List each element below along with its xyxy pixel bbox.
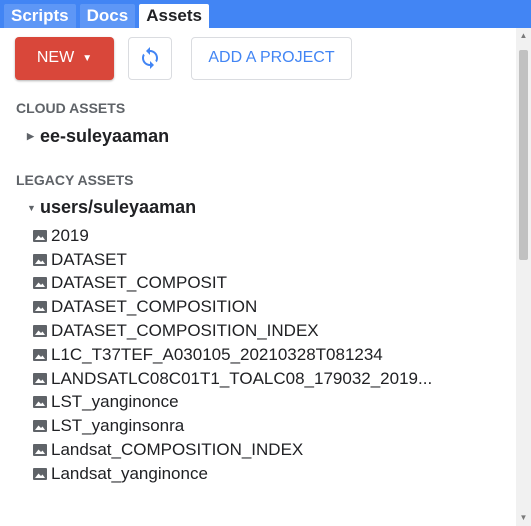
asset-item[interactable]: Landsat_COMPOSITION_INDEX: [33, 438, 432, 462]
asset-item[interactable]: L1C_T37TEF_A030105_20210328T081234: [33, 343, 432, 367]
refresh-icon: [142, 47, 158, 69]
asset-item[interactable]: 2019: [33, 224, 432, 248]
asset-item-label: DATASET: [51, 249, 127, 269]
asset-item-label: Landsat_COMPOSITION_INDEX: [51, 440, 304, 460]
asset-item-label: DATASET_COMPOSITION_INDEX: [51, 321, 319, 341]
cloud-project-label: ee-suleyaaman: [40, 126, 170, 146]
asset-item-label: DATASET_COMPOSITION: [51, 297, 258, 317]
asset-item[interactable]: LANDSATLC08C01T1_TOALC08_179032_2019...: [33, 367, 432, 391]
asset-item-label: Landsat_yanginonce: [51, 463, 208, 483]
vertical-scrollbar[interactable]: ▲ ▼: [516, 28, 531, 526]
image-asset-icon: [33, 444, 47, 457]
assets-toolbar: NEW ▼ ADD A PROJECT: [15, 36, 352, 80]
image-asset-icon: [33, 348, 47, 361]
new-button-label: NEW: [36, 49, 75, 66]
asset-item-label: LANDSATLC08C01T1_TOALC08_179032_2019...: [51, 368, 433, 388]
collapse-arrow-icon[interactable]: ▼: [27, 203, 36, 213]
scroll-up-arrow-icon[interactable]: ▲: [516, 28, 531, 44]
asset-item-label: LST_yanginonce: [51, 392, 179, 412]
new-button[interactable]: NEW ▼: [15, 36, 114, 80]
asset-item-label: LST_yanginsonra: [51, 416, 185, 436]
asset-item[interactable]: DATASET_COMPOSIT: [33, 272, 432, 296]
tab-scripts[interactable]: Scripts: [4, 4, 76, 28]
asset-item[interactable]: LST_yanginsonra: [33, 414, 432, 438]
add-project-button[interactable]: ADD A PROJECT: [191, 36, 352, 80]
asset-item[interactable]: DATASET: [33, 248, 432, 272]
expand-arrow-icon[interactable]: ▶: [27, 131, 35, 142]
scroll-down-arrow-icon[interactable]: ▼: [516, 510, 531, 526]
image-asset-icon: [33, 467, 47, 480]
legacy-folder-label: users/suleyaaman: [40, 197, 197, 217]
scroll-thumb[interactable]: [519, 50, 528, 260]
legacy-assets-heading: LEGACY ASSETS: [16, 172, 134, 188]
asset-item[interactable]: DATASET_COMPOSITION_INDEX: [33, 319, 432, 343]
legacy-folder-node[interactable]: ▼ users/suleyaaman: [27, 197, 196, 218]
image-asset-icon: [33, 301, 47, 314]
image-asset-icon: [33, 420, 47, 433]
caret-down-icon: ▼: [82, 52, 93, 64]
assets-panel: NEW ▼ ADD A PROJECT CLOUD ASSETS ▶ ee-su…: [0, 28, 516, 526]
cloud-project-node[interactable]: ▶ ee-suleyaaman: [27, 126, 169, 147]
cloud-assets-heading: CLOUD ASSETS: [16, 100, 126, 116]
image-asset-icon: [33, 277, 47, 290]
asset-item[interactable]: DATASET_COMPOSITION: [33, 295, 432, 319]
tab-assets[interactable]: Assets: [139, 4, 209, 28]
asset-item[interactable]: LST_yanginonce: [33, 391, 432, 415]
image-asset-icon: [33, 372, 47, 385]
refresh-button[interactable]: [128, 36, 172, 80]
image-asset-icon: [33, 253, 47, 266]
asset-item[interactable]: Landsat_yanginonce: [33, 462, 432, 486]
asset-item-label: 2019: [51, 225, 89, 245]
asset-list: 2019 DATASET DATASET_COMPOSIT DATASET_COMPO…: [33, 224, 432, 486]
tab-bar: Scripts Docs Assets: [0, 0, 531, 28]
image-asset-icon: [33, 229, 47, 242]
asset-item-label: L1C_T37TEF_A030105_20210328T081234: [51, 344, 383, 364]
tab-docs[interactable]: Docs: [79, 4, 136, 28]
asset-item-label: DATASET_COMPOSIT: [51, 273, 228, 293]
image-asset-icon: [33, 325, 47, 338]
image-asset-icon: [33, 396, 47, 409]
